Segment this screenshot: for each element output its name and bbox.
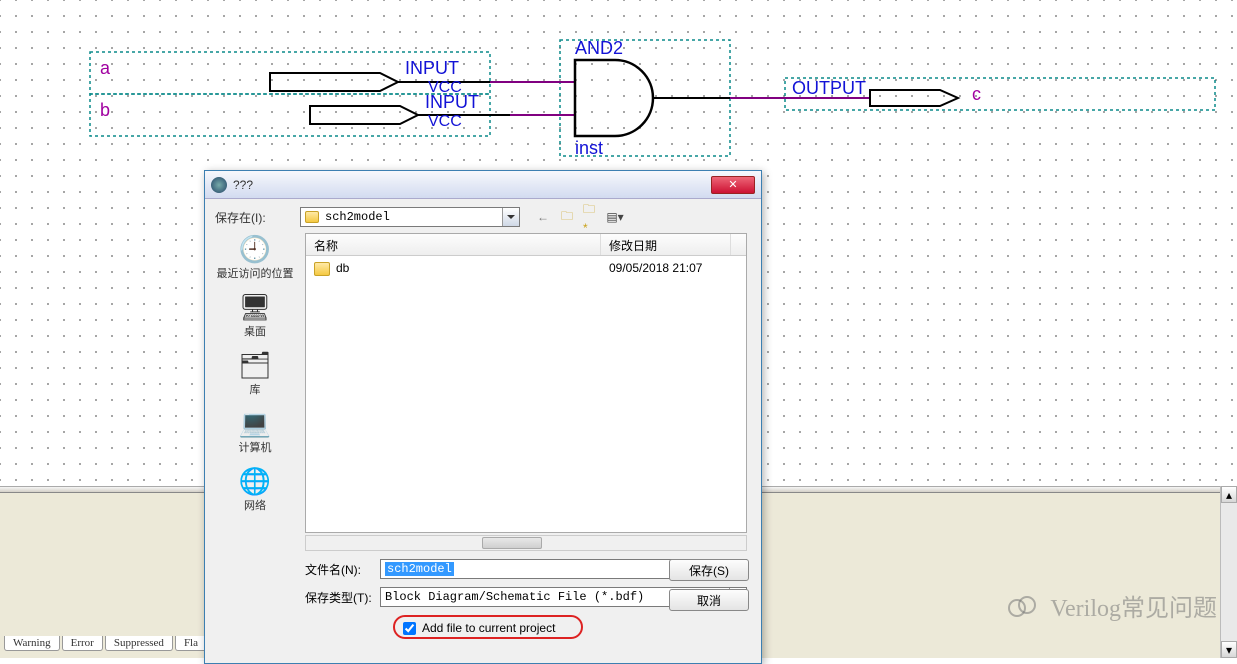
computer-icon: 💻 xyxy=(237,407,273,439)
gate-type-label: AND2 xyxy=(575,38,623,58)
place-desktop-label: 桌面 xyxy=(244,323,266,339)
filename-value: sch2model xyxy=(385,562,454,576)
up-folder-icon[interactable]: 🗀 xyxy=(558,208,576,226)
place-libraries[interactable]: 🗂库 xyxy=(237,349,273,397)
file-modified: 09/05/2018 21:07 xyxy=(601,258,731,278)
folder-icon xyxy=(305,211,319,223)
filetype-label: 保存类型(T): xyxy=(305,589,380,606)
file-name: db xyxy=(336,261,349,275)
view-menu-icon[interactable]: ▤▾ xyxy=(606,208,624,226)
desktop-icon: 🖥 xyxy=(237,291,273,323)
save-button[interactable]: 保存(S) xyxy=(669,559,749,581)
pin-label-a: a xyxy=(100,58,111,78)
pin-label-b: b xyxy=(100,100,110,120)
folder-icon xyxy=(314,262,330,276)
save-in-value: sch2model xyxy=(325,210,390,224)
save-in-label: 保存在(I): xyxy=(215,209,300,226)
new-folder-icon[interactable]: 🗀* xyxy=(582,208,600,226)
add-file-label: Add file to current project xyxy=(422,621,555,635)
text-input-2: INPUT xyxy=(425,92,479,112)
chevron-down-icon[interactable] xyxy=(502,208,519,226)
add-file-checkbox-input[interactable] xyxy=(403,622,416,635)
col-name[interactable]: 名称 xyxy=(306,234,601,255)
place-libraries-label: 库 xyxy=(250,381,261,397)
pin-label-c: c xyxy=(972,84,981,104)
close-button[interactable]: ✕ xyxy=(711,176,755,194)
libraries-icon: 🗂 xyxy=(237,349,273,381)
text-vcc-2: VCC xyxy=(428,113,462,130)
place-network-label: 网络 xyxy=(244,497,266,513)
tab-warning[interactable]: Warning xyxy=(4,636,60,651)
text-output: OUTPUT xyxy=(792,78,866,98)
vertical-scrollbar[interactable]: ▴ ▾ xyxy=(1220,486,1237,658)
cancel-button[interactable]: 取消 xyxy=(669,589,749,611)
gate-instance-label: inst xyxy=(575,138,603,158)
tab-flag[interactable]: Fla xyxy=(175,636,207,651)
watermark: Verilog常见问题 xyxy=(1008,588,1217,623)
places-bar: 🕘最近访问的位置 🖥桌面 🗂库 💻计算机 🌐网络 xyxy=(215,233,295,553)
scroll-up-button[interactable]: ▴ xyxy=(1221,486,1237,503)
filename-label: 文件名(N): xyxy=(305,561,380,578)
dialog-titlebar[interactable]: ??? ✕ xyxy=(205,171,761,199)
tab-suppressed[interactable]: Suppressed xyxy=(105,636,173,651)
place-desktop[interactable]: 🖥桌面 xyxy=(237,291,273,339)
tab-error[interactable]: Error xyxy=(62,636,103,651)
network-icon: 🌐 xyxy=(237,465,273,497)
scroll-thumb[interactable] xyxy=(482,537,542,549)
place-recent[interactable]: 🕘最近访问的位置 xyxy=(217,233,294,281)
place-network[interactable]: 🌐网络 xyxy=(237,465,273,513)
place-computer[interactable]: 💻计算机 xyxy=(237,407,273,455)
scroll-down-button[interactable]: ▾ xyxy=(1221,641,1237,658)
place-recent-label: 最近访问的位置 xyxy=(217,265,294,281)
file-list[interactable]: 名称 修改日期 db 09/05/2018 21:07 xyxy=(305,233,747,533)
message-tabs: Warning Error Suppressed Fla xyxy=(0,634,207,652)
save-file-dialog: ??? ✕ 保存在(I): sch2model ← 🗀 🗀* ▤▾ 🕘最近访问的… xyxy=(204,170,762,664)
col-modified[interactable]: 修改日期 xyxy=(601,234,731,255)
file-row[interactable]: db 09/05/2018 21:07 xyxy=(306,256,746,281)
watermark-text: Verilog常见问题 xyxy=(1050,588,1217,623)
text-input-1: INPUT xyxy=(405,58,459,78)
add-file-checkbox[interactable]: Add file to current project xyxy=(403,621,555,635)
back-icon[interactable]: ← xyxy=(534,208,552,226)
wechat-icon xyxy=(1008,596,1042,616)
dialog-title: ??? xyxy=(233,178,711,192)
recent-icon: 🕘 xyxy=(237,233,273,265)
horizontal-scrollbar[interactable] xyxy=(305,535,747,551)
filetype-value: Block Diagram/Schematic File (*.bdf) xyxy=(385,590,644,604)
place-computer-label: 计算机 xyxy=(239,439,272,455)
file-list-header: 名称 修改日期 xyxy=(306,234,746,256)
app-icon xyxy=(211,177,227,193)
save-in-combo[interactable]: sch2model xyxy=(300,207,520,227)
